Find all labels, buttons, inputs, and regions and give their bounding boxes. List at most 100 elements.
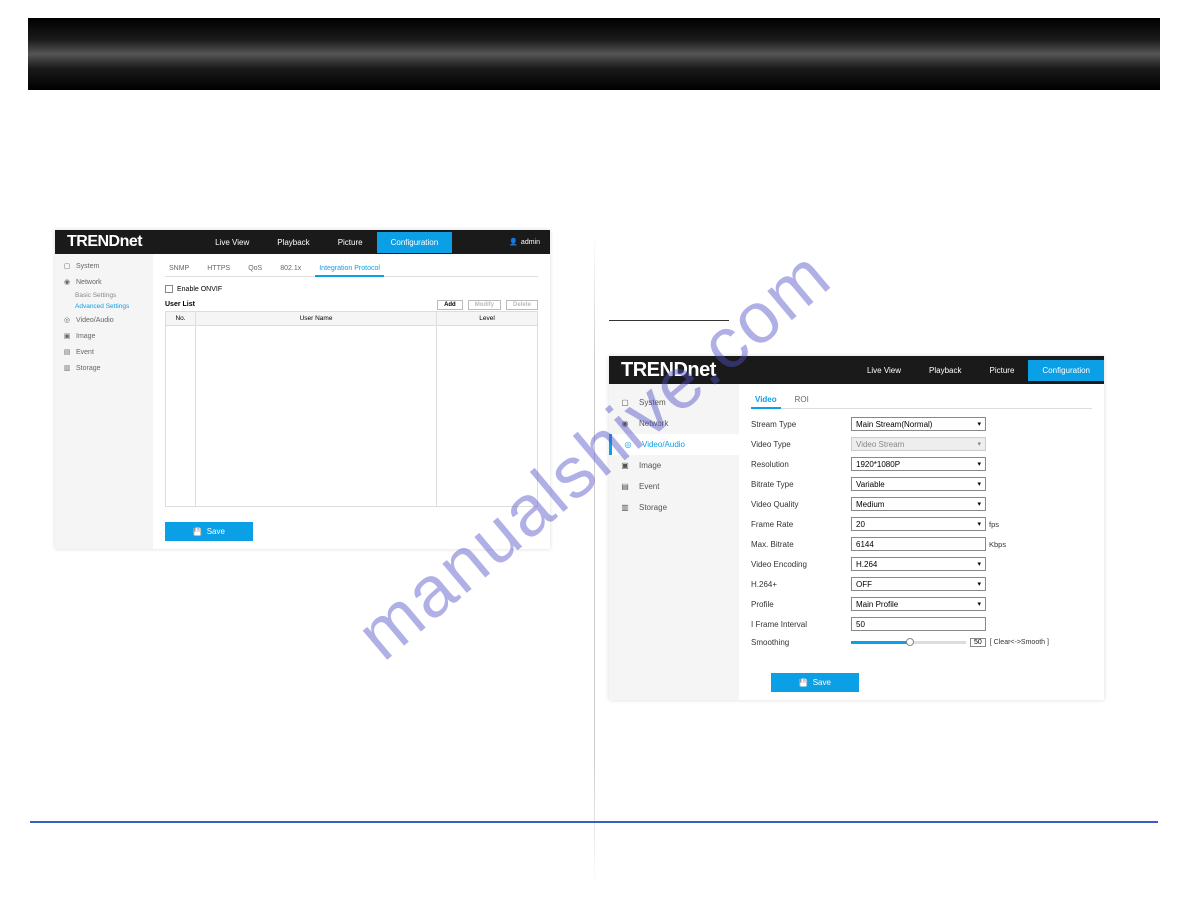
tab-playback[interactable]: Playback: [915, 360, 975, 381]
subtab-qos[interactable]: QoS: [244, 262, 266, 276]
sidebar-item-event[interactable]: ▤Event: [55, 344, 153, 360]
table-body: [166, 326, 537, 506]
bitrate-type-select[interactable]: Variable: [851, 477, 986, 491]
add-button[interactable]: Add: [437, 300, 463, 310]
main-panel: SNMP HTTPS QoS 802.1x Integration Protoc…: [153, 254, 550, 549]
subtab-roi[interactable]: ROI: [791, 392, 813, 408]
document-header-banner: [0, 0, 1188, 90]
enable-onvif-checkbox[interactable]: [165, 285, 173, 293]
globe-icon: ◉: [619, 419, 631, 428]
bitrate-type-label: Bitrate Type: [751, 480, 851, 489]
subtab-snmp[interactable]: SNMP: [165, 262, 193, 276]
storage-icon: ▥: [619, 503, 631, 512]
user-table: No. User Name Level: [165, 311, 538, 507]
video-settings-panel: Video ROI Stream Type Main Stream(Normal…: [739, 384, 1104, 700]
iframe-row: I Frame Interval 50: [751, 617, 1092, 631]
tab-playback[interactable]: Playback: [263, 232, 323, 253]
camera-icon: ◎: [622, 440, 634, 449]
tab-picture[interactable]: Picture: [324, 232, 377, 253]
section-underline: [609, 320, 729, 321]
subtab-802[interactable]: 802.1x: [276, 262, 305, 276]
video-type-row: Video Type Video Stream: [751, 437, 1092, 451]
sidebar-sub-basic[interactable]: Basic Settings: [55, 290, 153, 301]
image-icon: ▣: [619, 461, 631, 470]
sidebar-item-event[interactable]: ▤Event: [609, 476, 739, 497]
storage-icon: ▥: [63, 364, 71, 372]
video-type-label: Video Type: [751, 440, 851, 449]
calendar-icon: ▤: [619, 482, 631, 491]
left-column: TRENDnet Live View Playback Picture Conf…: [30, 110, 584, 720]
tab-configuration[interactable]: Configuration: [1028, 360, 1104, 381]
subtab-video[interactable]: Video: [751, 392, 781, 409]
video-quality-label: Video Quality: [751, 500, 851, 509]
left-sidebar: ▢System ◉Network Basic Settings Advanced…: [55, 254, 153, 549]
video-type-select: Video Stream: [851, 437, 986, 451]
calendar-icon: ▤: [63, 348, 71, 356]
sidebar-item-storage[interactable]: ▥Storage: [55, 360, 153, 376]
tab-live-view[interactable]: Live View: [853, 360, 915, 381]
tab-configuration[interactable]: Configuration: [377, 232, 453, 253]
image-icon: ▣: [63, 332, 71, 340]
smoothing-slider[interactable]: [851, 637, 966, 647]
max-bitrate-label: Max. Bitrate: [751, 540, 851, 549]
enable-onvif-label: Enable ONVIF: [177, 286, 222, 293]
user-list-label: User List: [165, 301, 195, 308]
monitor-icon: ▢: [619, 398, 631, 407]
user-label[interactable]: admin: [499, 238, 550, 246]
stream-type-select[interactable]: Main Stream(Normal): [851, 417, 986, 431]
subtabs: Video ROI: [751, 392, 1092, 409]
subtabs: SNMP HTTPS QoS 802.1x Integration Protoc…: [165, 262, 538, 277]
sidebar-item-storage[interactable]: ▥Storage: [609, 497, 739, 518]
h264plus-select[interactable]: OFF: [851, 577, 986, 591]
iframe-label: I Frame Interval: [751, 620, 851, 629]
sidebar-item-image[interactable]: ▣Image: [609, 455, 739, 476]
smoothing-hint: [ Clear<->Smooth ]: [990, 639, 1049, 646]
tab-live-view[interactable]: Live View: [201, 232, 263, 253]
save-button[interactable]: Save: [165, 522, 253, 541]
video-quality-row: Video Quality Medium: [751, 497, 1092, 511]
delete-button[interactable]: Delete: [506, 300, 538, 310]
smoothing-label: Smoothing: [751, 638, 851, 647]
right-column: TRENDnet Live View Playback Picture Conf…: [604, 110, 1158, 720]
max-bitrate-row: Max. Bitrate 6144 Kbps: [751, 537, 1092, 551]
slider-thumb[interactable]: [906, 638, 914, 646]
iframe-input[interactable]: 50: [851, 617, 986, 631]
col-level: Level: [437, 312, 537, 325]
sidebar-item-system[interactable]: ▢System: [55, 258, 153, 274]
smoothing-row: Smoothing 50 [ Clear<->Smooth ]: [751, 637, 1092, 647]
video-encoding-select[interactable]: H.264: [851, 557, 986, 571]
frame-rate-row: Frame Rate 20 fps: [751, 517, 1092, 531]
bitrate-type-row: Bitrate Type Variable: [751, 477, 1092, 491]
profile-row: Profile Main Profile: [751, 597, 1092, 611]
fps-unit: fps: [989, 520, 999, 529]
video-quality-select[interactable]: Medium: [851, 497, 986, 511]
col-no: No.: [166, 312, 196, 325]
screenshot-header: TRENDnet Live View Playback Picture Conf…: [55, 230, 550, 254]
modify-button[interactable]: Modify: [468, 300, 501, 310]
subtab-https[interactable]: HTTPS: [203, 262, 234, 276]
stream-type-row: Stream Type Main Stream(Normal): [751, 417, 1092, 431]
tab-picture[interactable]: Picture: [976, 360, 1029, 381]
profile-label: Profile: [751, 600, 851, 609]
sidebar-sub-advanced[interactable]: Advanced Settings: [55, 301, 153, 312]
sidebar-item-image[interactable]: ▣Image: [55, 328, 153, 344]
h264plus-row: H.264+ OFF: [751, 577, 1092, 591]
right-sidebar: ▢System ◉Network ◎Video/Audio ▣Image ▤Ev…: [609, 384, 739, 700]
frame-rate-select[interactable]: 20: [851, 517, 986, 531]
sidebar-item-video-audio[interactable]: ◎Video/Audio: [609, 434, 739, 455]
sidebar-item-video-audio[interactable]: ◎Video/Audio: [55, 312, 153, 328]
col-username: User Name: [196, 312, 437, 325]
sidebar-item-network[interactable]: ◉Network: [55, 274, 153, 290]
subtab-integration[interactable]: Integration Protocol: [315, 262, 384, 277]
profile-select[interactable]: Main Profile: [851, 597, 986, 611]
main-nav: Live View Playback Picture Configuration: [728, 360, 1104, 381]
sidebar-item-system[interactable]: ▢System: [609, 392, 739, 413]
sidebar-item-network[interactable]: ◉Network: [609, 413, 739, 434]
integration-protocol-screenshot: TRENDnet Live View Playback Picture Conf…: [55, 230, 550, 549]
main-nav: Live View Playback Picture Configuration: [154, 232, 499, 253]
resolution-row: Resolution 1920*1080P: [751, 457, 1092, 471]
user-list-toolbar: User List Add Modify Delete: [165, 301, 538, 308]
resolution-select[interactable]: 1920*1080P: [851, 457, 986, 471]
max-bitrate-input[interactable]: 6144: [851, 537, 986, 551]
save-button[interactable]: Save: [771, 673, 859, 692]
